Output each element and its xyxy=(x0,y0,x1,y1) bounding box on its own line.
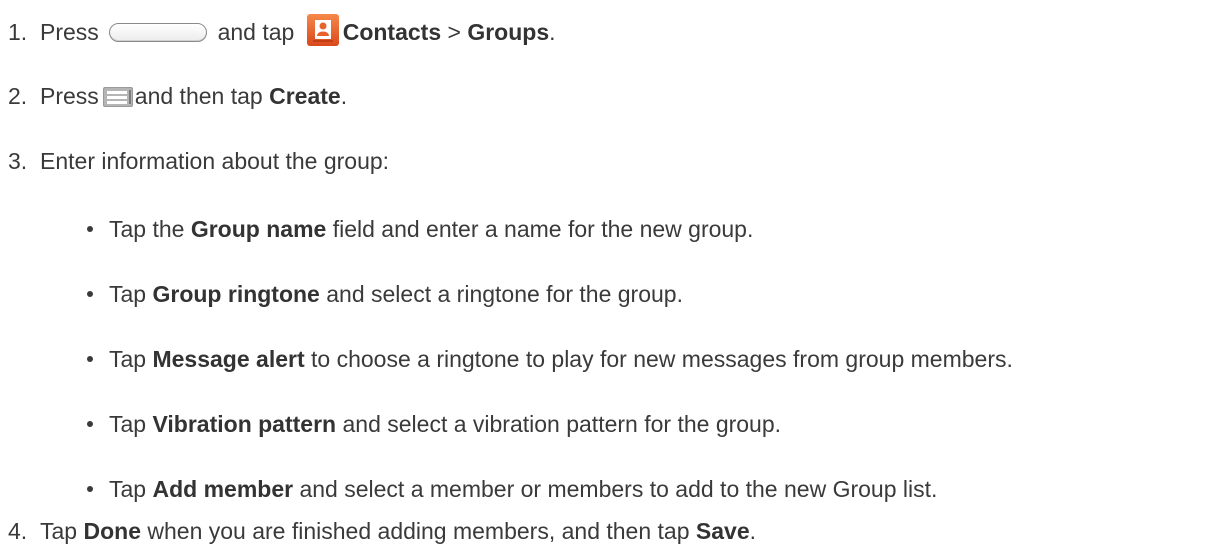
bullet-text: Tap xyxy=(109,281,147,307)
step-number: 3. xyxy=(8,148,28,174)
done-label: Done xyxy=(83,518,141,544)
step-text: Press xyxy=(40,19,99,45)
bullet-text: and select a ringtone for the group. xyxy=(326,281,683,307)
bullet-icon xyxy=(87,356,93,362)
step-number: 4. xyxy=(8,518,28,544)
save-label: Save xyxy=(695,518,750,544)
bullet-bold: Message alert xyxy=(152,346,305,372)
step-text: Enter information about the group: xyxy=(40,148,390,174)
home-button-icon xyxy=(109,23,208,42)
step-text: and tap xyxy=(217,19,295,45)
bullet-icon xyxy=(87,291,93,297)
step-number: 1. xyxy=(8,19,28,45)
bullet-icon xyxy=(87,226,93,232)
bullet-text: field and enter a name for the new group… xyxy=(332,216,754,242)
step-text: Press xyxy=(40,83,99,109)
bullet-text: and select a member or members to add to… xyxy=(299,476,938,502)
step-2: 2. Press and then tap Create. xyxy=(8,81,347,111)
step-text: . xyxy=(749,518,757,544)
step-text: > xyxy=(447,19,461,45)
step-3: 3. Enter information about the group: xyxy=(8,146,389,176)
bullet-item: Tap Add member and select a member or me… xyxy=(87,474,937,504)
bullet-text: Tap xyxy=(109,476,147,502)
bullet-text: and select a vibration pattern for the g… xyxy=(342,411,782,437)
step-1: 1. Press and tap Contacts > Groups. xyxy=(8,14,556,47)
bullet-item: Tap Group ringtone and select a ringtone… xyxy=(87,279,683,309)
bullet-bold: Vibration pattern xyxy=(152,411,337,437)
bullet-bold: Group name xyxy=(190,216,327,242)
bullet-text: to choose a ringtone to play for new mes… xyxy=(311,346,1013,372)
step-text: Tap xyxy=(40,518,78,544)
bullet-item: Tap the Group name field and enter a nam… xyxy=(87,214,753,244)
menu-key-icon xyxy=(102,87,133,107)
step-text: . xyxy=(549,19,556,45)
groups-label: Groups xyxy=(467,19,550,45)
bullet-text: Tap xyxy=(109,411,147,437)
bullet-icon xyxy=(87,486,93,492)
step-number: 2. xyxy=(8,83,28,109)
create-label: Create xyxy=(269,83,341,109)
step-4: 4. Tap Done when you are finished adding … xyxy=(8,516,756,546)
bullet-item: Tap Message alert to choose a ringtone t… xyxy=(87,344,1013,374)
bullet-item: Tap Vibration pattern and select a vibra… xyxy=(87,409,781,439)
step-text: . xyxy=(340,83,348,109)
step-text: when you are finished adding members, an… xyxy=(147,518,690,544)
bullet-text: Tap xyxy=(109,346,147,372)
bullet-bold: Add member xyxy=(152,476,294,502)
bullet-bold: Group ringtone xyxy=(152,281,320,307)
bullet-text: Tap the xyxy=(109,216,185,242)
bullet-icon xyxy=(87,421,93,427)
step-text: and then tap xyxy=(134,83,263,109)
contacts-app-icon xyxy=(306,14,339,46)
contacts-label: Contacts xyxy=(342,19,442,45)
